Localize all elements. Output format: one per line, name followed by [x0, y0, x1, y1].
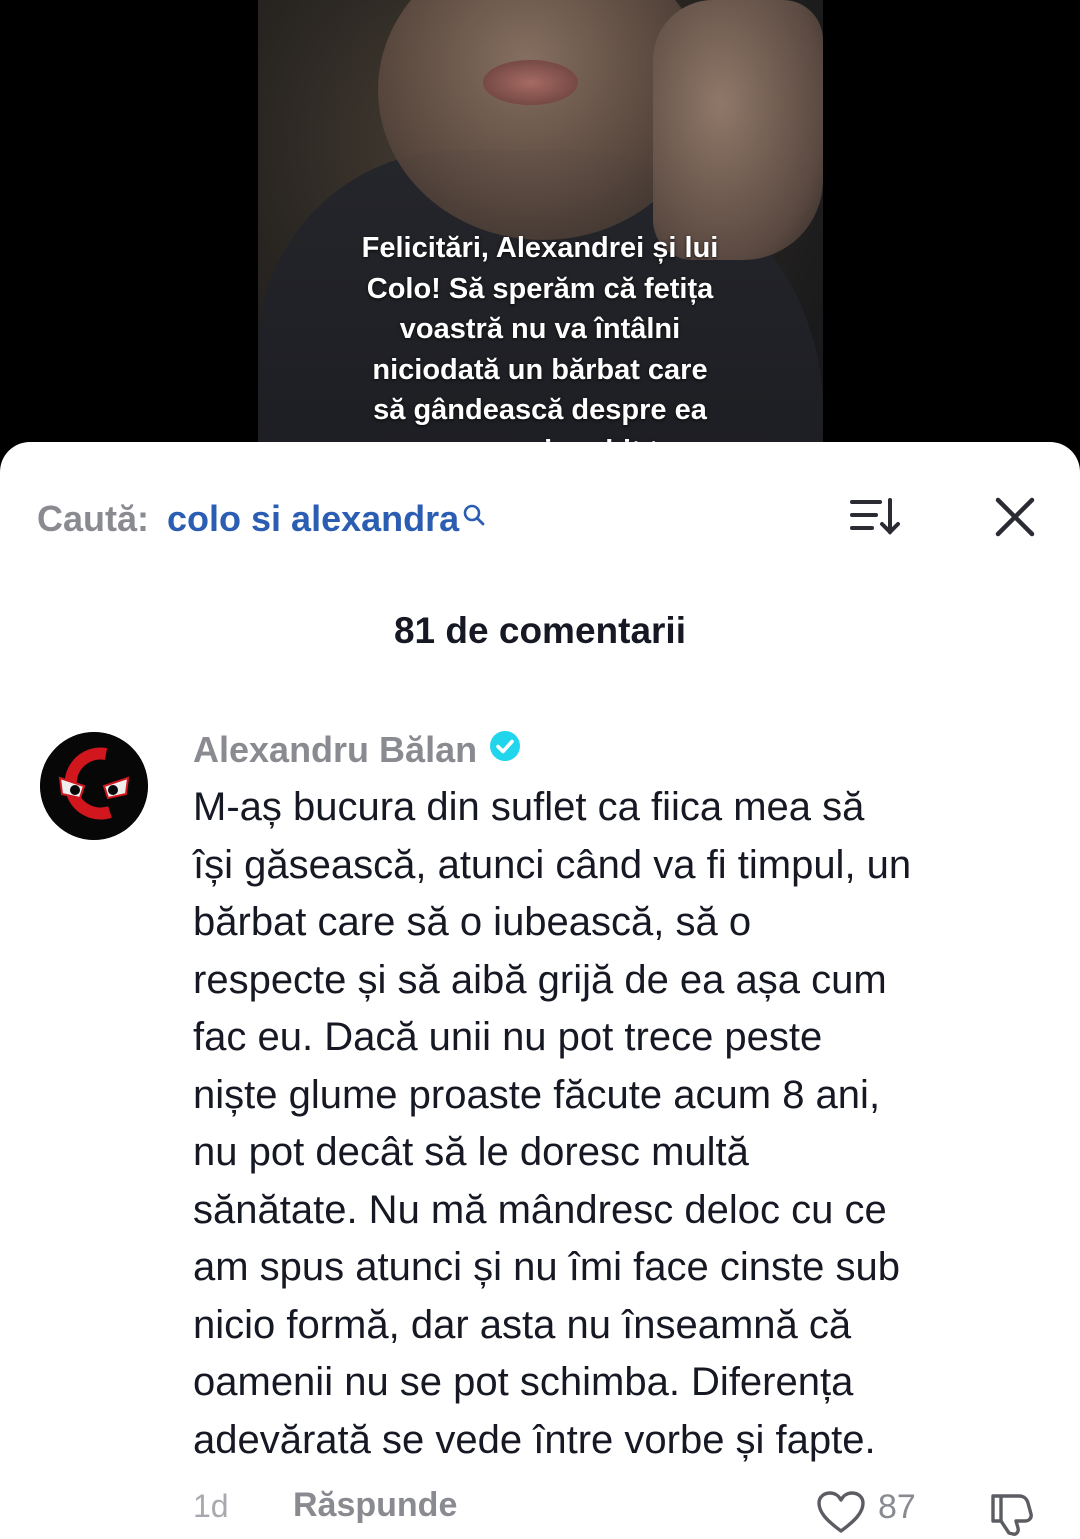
comment-author[interactable]: Alexandru Bălan [193, 726, 521, 774]
comments-sheet: Caută: colo si alexandra 81 de comentari… [0, 442, 1080, 1539]
comment-line: nu pot decât să le doresc multă [193, 1130, 749, 1174]
dislike-icon[interactable] [987, 1490, 1035, 1539]
comment-line: fac eu. Dacă unii nu pot trece peste [193, 1015, 823, 1059]
comment-line: adevărată se vede între vorbe și fapte. [193, 1417, 876, 1462]
comment-line: respecte și să aibă grijă de ea așa cum [193, 957, 887, 1002]
search-label: Caută: [37, 498, 150, 539]
avatar[interactable] [40, 732, 148, 840]
video-hand [653, 0, 823, 260]
comment-time: 1d [193, 1488, 229, 1524]
close-icon[interactable] [992, 494, 1038, 545]
comment-meta: 1d Răspunde 87 [193, 1486, 1063, 1536]
comments-count: 81 de comentarii [393, 610, 686, 651]
heart-icon[interactable] [816, 1490, 866, 1539]
search-query-link[interactable]: colo si alexandra [167, 494, 459, 544]
author-name[interactable]: Alexandru Bălan [193, 729, 477, 771]
reply-button[interactable]: Răspunde [293, 1486, 457, 1525]
video-player[interactable]: Felicitări, Alexandrei și lui Colo! Să s… [0, 0, 1080, 470]
video-caption: Felicitări, Alexandrei și lui Colo! Să s… [300, 228, 780, 470]
caption-line: voastră nu va întâlni [399, 313, 681, 345]
search-suggestion[interactable]: Caută: colo si alexandra [37, 494, 487, 544]
comment-line: își găsească, atunci când va fi timpul, … [193, 842, 912, 887]
like-count: 87 [878, 1488, 916, 1526]
comment-line: oamenii nu se pot schimba. Diferența [193, 1360, 854, 1404]
comment-line: nicio formă, dar asta nu înseamnă că [193, 1302, 852, 1347]
video-lips [483, 60, 578, 105]
search-icon[interactable] [461, 496, 487, 538]
caption-line: Felicitări, Alexandrei și lui [361, 232, 719, 264]
sort-icon[interactable] [846, 494, 906, 545]
comment-line: M-aș bucura din suflet ca fiica mea să [193, 785, 865, 829]
caption-line: niciodată un bărbat care [372, 353, 708, 386]
caption-line: Colo! Să sperăm că fetița [366, 272, 714, 305]
comment-line: am spus atunci și nu îmi face cinste sub [193, 1245, 900, 1289]
comment-line: bărbat care să o iubească, să o [193, 900, 752, 944]
comment-line: niște glume proaste făcute acum 8 ani, [193, 1072, 881, 1117]
comment-line: sănătate. Nu mă mândresc deloc cu ce [193, 1187, 887, 1232]
caption-line: să gândească despre ea [373, 394, 707, 426]
verified-badge-icon [489, 729, 521, 771]
comment-text: M-aș bucura din suflet ca fiica mea să î… [193, 779, 1063, 1469]
